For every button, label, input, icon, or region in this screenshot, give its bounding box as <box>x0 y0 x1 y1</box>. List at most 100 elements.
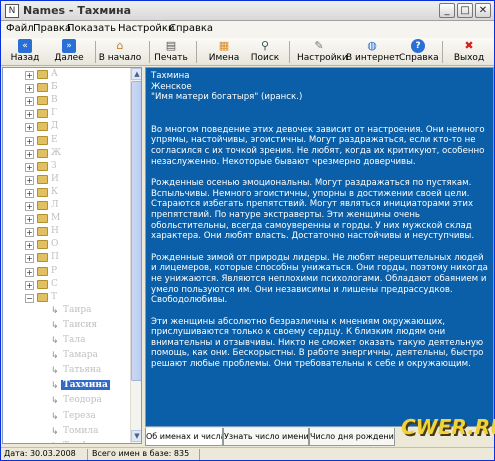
tree-scrollbar[interactable]: ▲ ▼ <box>130 68 141 443</box>
menu-edit[interactable]: Правка <box>33 23 71 34</box>
tree-letter-label: З <box>51 160 57 171</box>
expand-icon[interactable]: + <box>25 241 34 251</box>
tree-letter-label: Т <box>51 291 58 302</box>
tree-letter-label: Б <box>51 82 58 93</box>
globe-icon: ◍ <box>367 39 377 52</box>
name-item-icon: ↳ <box>51 381 59 392</box>
search-icon: ⚲ <box>260 39 270 52</box>
tab-about-names[interactable]: Об именах и числах <box>145 428 223 446</box>
print-button[interactable]: ▤ Печать <box>153 38 189 66</box>
maximize-button[interactable]: □ <box>457 3 473 18</box>
scroll-thumb[interactable] <box>131 81 141 381</box>
folder-icon <box>37 148 48 158</box>
help-button[interactable]: ? Справка <box>399 38 439 66</box>
name-gender: Женское <box>151 81 192 92</box>
name-item-icon: ↳ <box>51 426 59 437</box>
tree-letter-label: Н <box>51 226 59 237</box>
exit-icon: ✖ <box>464 39 474 52</box>
expand-icon[interactable]: + <box>25 228 34 238</box>
expand-icon[interactable]: + <box>25 202 34 211</box>
name-item-icon: ↳ <box>51 366 59 377</box>
title-bar[interactable]: N Names - Тахмина _ □ ✕ <box>1 1 494 21</box>
name-description-panel[interactable]: Тахмина Женское "Имя матери богатыря" (и… <box>145 67 494 427</box>
status-bar: Дата: 30.03.2008 Всего имен в базе: 835 <box>1 447 494 460</box>
folder-icon <box>37 174 48 184</box>
close-button[interactable]: ✕ <box>475 3 491 18</box>
status-divider <box>87 449 88 460</box>
folder-icon <box>37 187 48 197</box>
tab-birthday-number[interactable]: Число дня рождения <box>309 428 395 446</box>
tree-letter-label: Л <box>51 200 59 210</box>
tree-name-label: Таисия <box>63 319 98 330</box>
tree-letter-label: М <box>51 213 61 224</box>
internet-button[interactable]: ◍ В интернет <box>346 38 400 66</box>
tree-name-label: Тала <box>63 335 86 345</box>
folder-icon <box>37 96 48 106</box>
expand-icon[interactable]: + <box>25 149 34 159</box>
tab-name-number[interactable]: Узнать число имени <box>223 428 309 446</box>
expand-icon[interactable]: + <box>25 162 34 172</box>
search-button[interactable]: ⚲ Поиск <box>249 38 281 66</box>
minimize-button[interactable]: _ <box>439 3 455 18</box>
watermark-text: CWER.RU <box>401 415 495 439</box>
folder-icon <box>37 253 48 263</box>
exit-button[interactable]: ✖ Выход <box>449 38 489 66</box>
names-button[interactable]: ▦ Имена <box>207 38 241 66</box>
paragraph-winter: Рожденные зимой от природы лидеры. Не лю… <box>151 252 488 306</box>
expand-icon[interactable]: + <box>25 71 34 80</box>
app-icon: N <box>5 4 19 18</box>
tree-name-label: Таира <box>63 304 92 315</box>
scroll-down-button[interactable]: ▼ <box>131 430 141 442</box>
folder-icon <box>37 109 48 119</box>
name-item-icon: ↳ <box>51 411 59 422</box>
tree-letter-label: О <box>51 239 59 250</box>
tree-letter-label: К <box>51 186 58 197</box>
tree-letter-label: Д <box>51 121 59 132</box>
names-tree[interactable]: + А + Б + В + Г + Д + Е + Ж + З + И + К + Л + М + Н + О + П + Р + С − Т ↳ Таи… <box>2 67 142 444</box>
status-divider <box>199 449 200 460</box>
menu-help[interactable]: Справка <box>169 23 213 34</box>
name-item-icon: ↳ <box>51 320 59 331</box>
scroll-up-button[interactable]: ▲ <box>131 68 141 80</box>
expand-icon[interactable]: + <box>25 84 34 94</box>
status-count: Всего имен в базе: 835 <box>92 449 190 458</box>
name-item-icon: ↳ <box>51 396 59 407</box>
toolbar-separator <box>149 41 150 63</box>
window-title: Names - Тахмина <box>23 4 132 17</box>
expand-icon[interactable]: + <box>25 280 34 290</box>
expand-icon[interactable]: + <box>25 188 34 198</box>
menu-settings[interactable]: Настройки <box>118 23 174 34</box>
expand-icon[interactable]: + <box>25 175 34 185</box>
expand-icon[interactable]: + <box>25 110 34 120</box>
home-button[interactable]: ⌂ В начало <box>97 38 143 66</box>
expand-icon[interactable]: + <box>25 254 34 264</box>
toolbar-separator <box>289 41 290 63</box>
expand-icon[interactable]: + <box>25 136 34 146</box>
paragraph-general: Во многом поведение этих девочек зависит… <box>151 124 485 167</box>
menu-view[interactable]: Показать <box>67 23 116 34</box>
menu-file[interactable]: Файл <box>6 23 34 34</box>
toolbar-separator <box>442 41 443 63</box>
folder-icon <box>37 201 48 210</box>
back-button[interactable]: « Назад <box>3 38 47 66</box>
expand-icon[interactable]: + <box>25 215 34 225</box>
settings-button[interactable]: ✎ Настройки <box>297 38 348 66</box>
expand-icon[interactable]: + <box>25 267 34 277</box>
forward-button[interactable]: » Далее <box>47 38 91 66</box>
name-item-icon: ↳ <box>51 351 59 362</box>
folder-icon <box>37 240 48 250</box>
arrow-right-icon: » <box>62 39 76 53</box>
folder-icon <box>37 70 48 79</box>
paragraph-autumn: Рожденные осенью эмоциональны. Могут раз… <box>151 178 475 242</box>
names-icon: ▦ <box>218 39 230 52</box>
expand-icon[interactable]: + <box>25 97 34 107</box>
folder-icon <box>37 122 48 132</box>
tree-letter-label: С <box>51 278 58 289</box>
tree-letter-label: П <box>51 252 59 263</box>
name-item-icon: ↳ <box>51 336 59 346</box>
expand-icon[interactable]: + <box>25 123 34 133</box>
tree-name-label: Трифена <box>63 441 105 443</box>
folder-icon <box>37 227 48 237</box>
name-item-icon: ↳ <box>51 442 59 443</box>
collapse-icon[interactable]: − <box>25 293 34 303</box>
